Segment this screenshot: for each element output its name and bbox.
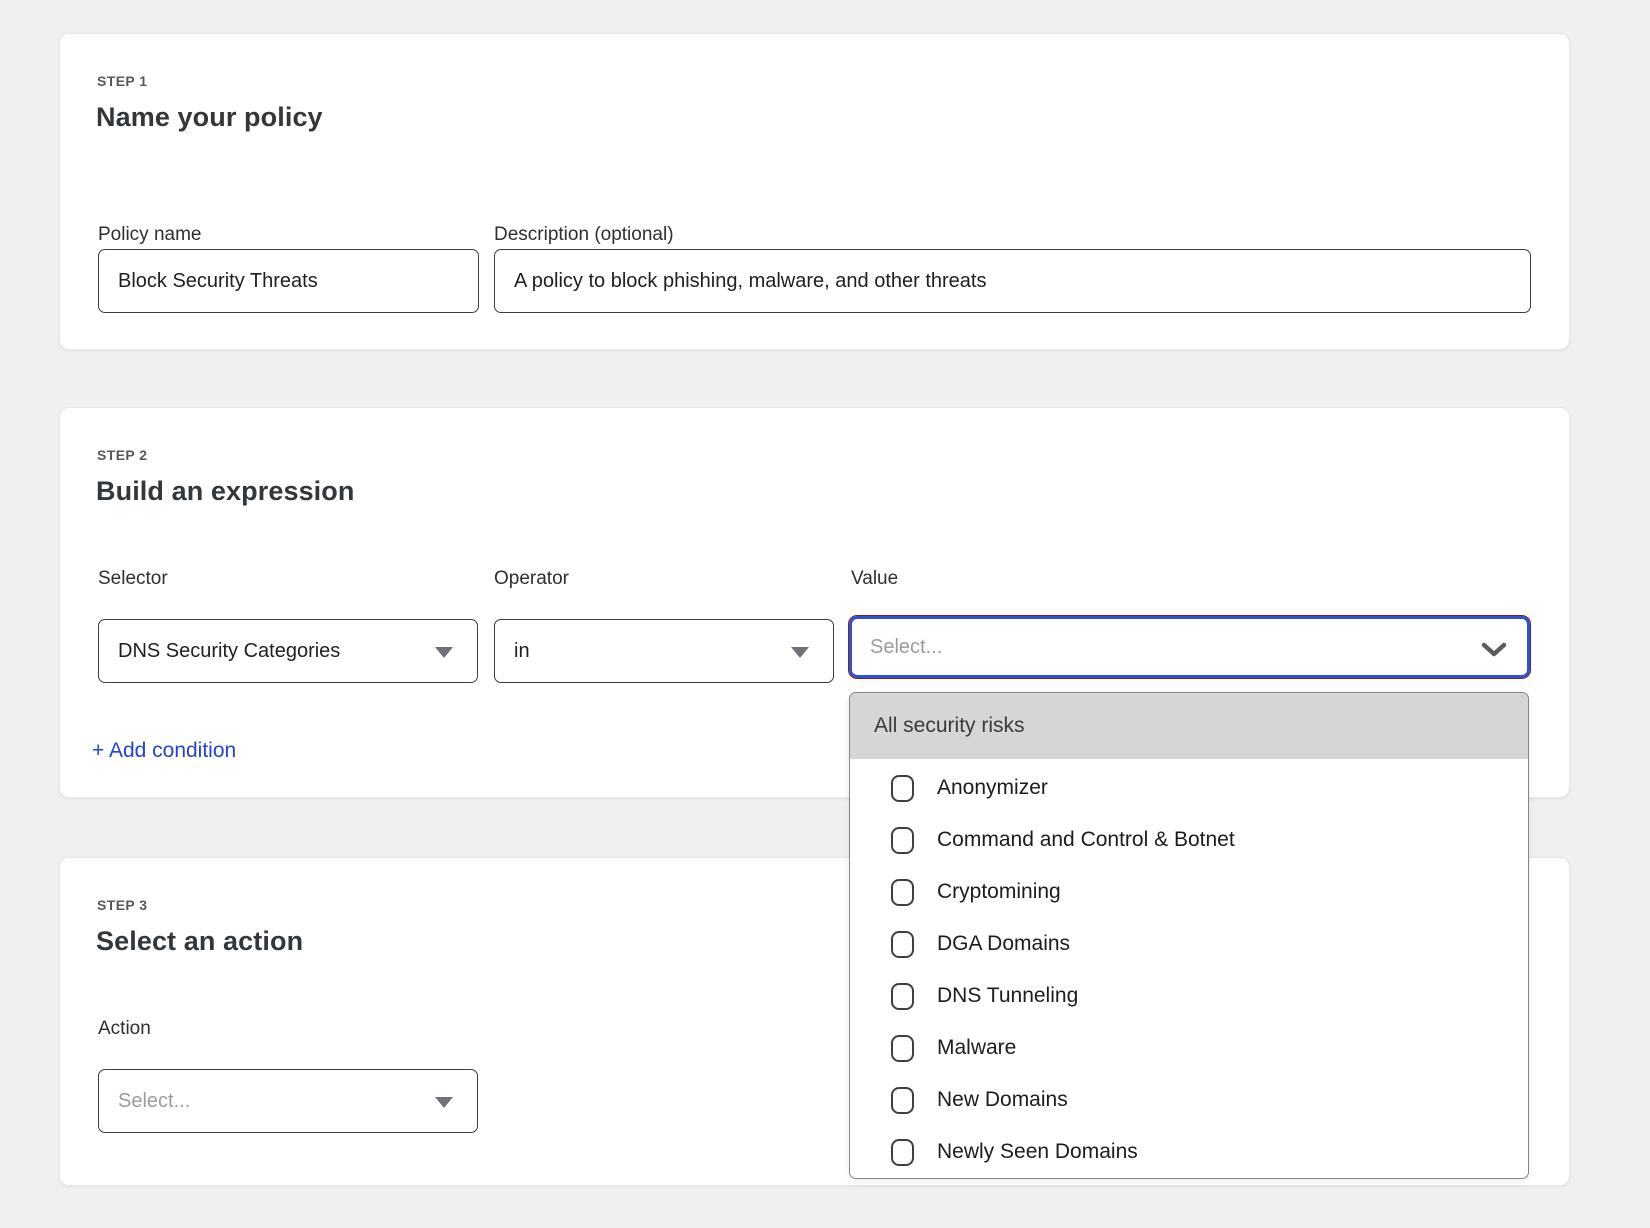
dropdown-option-dns-tunneling[interactable]: DNS Tunneling <box>850 970 1528 1022</box>
value-select-placeholder: Select... <box>870 636 942 659</box>
operator-select[interactable]: in <box>494 619 834 683</box>
dropdown-option-new-domains[interactable]: New Domains <box>850 1074 1528 1126</box>
dropdown-option-malware[interactable]: Malware <box>850 1022 1528 1074</box>
option-label: New Domains <box>937 1088 1068 1112</box>
dropdown-arrow-icon <box>791 647 809 658</box>
option-checkbox[interactable] <box>891 827 914 854</box>
policy-name-input[interactable] <box>98 249 479 313</box>
option-label: Newly Seen Domains <box>937 1140 1138 1164</box>
dropdown-group-header: All security risks <box>850 693 1528 759</box>
action-label: Action <box>98 1018 151 1040</box>
description-label: Description (optional) <box>494 224 674 246</box>
action-select[interactable]: Select... <box>98 1069 478 1133</box>
option-checkbox[interactable] <box>891 931 914 958</box>
value-dropdown-panel: All security risks Anonymizer Command an… <box>849 692 1529 1179</box>
option-label: DGA Domains <box>937 932 1070 956</box>
dropdown-option-newly-seen-domains[interactable]: Newly Seen Domains <box>850 1126 1528 1178</box>
policy-name-label: Policy name <box>98 224 202 246</box>
step3-title: Select an action <box>96 926 303 957</box>
option-checkbox[interactable] <box>891 775 914 802</box>
step3-step-label: STEP 3 <box>97 897 147 913</box>
add-condition-link[interactable]: + Add condition <box>92 739 236 763</box>
dropdown-option-command-and-control-botnet[interactable]: Command and Control & Botnet <box>850 814 1528 866</box>
step1-step-label: STEP 1 <box>97 73 147 89</box>
option-checkbox[interactable] <box>891 879 914 906</box>
option-checkbox[interactable] <box>891 1139 914 1166</box>
option-checkbox[interactable] <box>891 1035 914 1062</box>
dropdown-option-cryptomining[interactable]: Cryptomining <box>850 866 1528 918</box>
chevron-down-icon <box>1481 640 1507 663</box>
dropdown-option-anonymizer[interactable]: Anonymizer <box>850 762 1528 814</box>
option-label: Anonymizer <box>937 776 1048 800</box>
step1-title: Name your policy <box>96 102 323 133</box>
option-label: Command and Control & Botnet <box>937 828 1235 852</box>
dropdown-arrow-icon <box>435 647 453 658</box>
selector-select-value: DNS Security Categories <box>118 640 340 663</box>
option-checkbox[interactable] <box>891 1087 914 1114</box>
action-select-placeholder: Select... <box>118 1090 190 1113</box>
operator-select-value: in <box>514 640 530 663</box>
dropdown-options-list: Anonymizer Command and Control & Botnet … <box>850 759 1528 1178</box>
option-label: Malware <box>937 1036 1016 1060</box>
step2-step-label: STEP 2 <box>97 447 147 463</box>
operator-label: Operator <box>494 568 569 590</box>
value-label: Value <box>851 568 898 590</box>
dropdown-option-dga-domains[interactable]: DGA Domains <box>850 918 1528 970</box>
policy-builder-page: STEP 1 Name your policy Policy name Desc… <box>0 0 1650 1228</box>
value-select[interactable]: Select... <box>849 616 1530 678</box>
selector-label: Selector <box>98 568 168 590</box>
option-label: DNS Tunneling <box>937 984 1078 1008</box>
option-label: Cryptomining <box>937 880 1061 904</box>
step2-title: Build an expression <box>96 476 354 507</box>
step1-card: STEP 1 Name your policy Policy name Desc… <box>59 33 1570 350</box>
selector-select[interactable]: DNS Security Categories <box>98 619 478 683</box>
dropdown-arrow-icon <box>435 1097 453 1108</box>
option-checkbox[interactable] <box>891 983 914 1010</box>
description-input[interactable] <box>494 249 1531 313</box>
